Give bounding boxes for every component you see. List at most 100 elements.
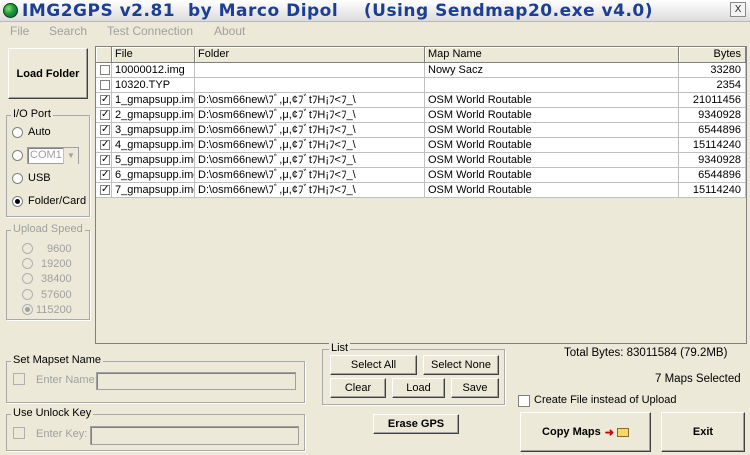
cell-bytes: 9340928: [679, 108, 746, 123]
unlock-title: Use Unlock Key: [11, 407, 94, 419]
globe-icon: [3, 3, 18, 18]
speed-38400-radio[interactable]: [22, 273, 33, 284]
exit-button[interactable]: Exit: [661, 412, 745, 452]
erase-gps-button[interactable]: Erase GPS: [373, 414, 459, 434]
cell-map-name: Nowy Sacz: [425, 63, 679, 78]
window-title: IMG2GPS v2.81 by Marco Dipol (Using Send…: [22, 1, 653, 21]
table-row[interactable]: 10000012.img Nowy Sacz 33280: [96, 63, 746, 78]
row-checkbox[interactable]: [100, 93, 110, 107]
cell-bytes: 21011456: [679, 93, 746, 108]
cell-check: [96, 63, 112, 78]
table-row[interactable]: 4_gmapsupp.imgD:\osm66new\ﾌﾞ,μ,¢ﾌﾞtﾌH¡ﾌ<…: [96, 138, 746, 153]
cell-folder: [195, 63, 425, 78]
cell-file: 5_gmapsupp.img: [112, 153, 195, 168]
cell-bytes: 33280: [679, 63, 746, 78]
unlock-checkbox[interactable]: [13, 427, 25, 439]
load-folder-button[interactable]: Load Folder: [8, 48, 88, 99]
cell-folder: [195, 78, 425, 93]
speed-115200-radio[interactable]: [22, 304, 33, 315]
chevron-down-icon[interactable]: ▼: [63, 148, 78, 164]
select-all-button[interactable]: Select All: [330, 355, 417, 375]
table-row[interactable]: 2_gmapsupp.imgD:\osm66new\ﾌﾞ,μ,¢ﾌﾞtﾌH¡ﾌ<…: [96, 108, 746, 123]
select-none-button[interactable]: Select None: [423, 355, 499, 375]
table-header-bytes[interactable]: Bytes: [679, 47, 746, 63]
speed-9600-radio[interactable]: [22, 243, 33, 254]
io-auto-radio[interactable]: [12, 127, 23, 138]
maps-selected-status: 7 Maps Selected: [655, 373, 741, 385]
speed-57600-label: 57600: [41, 289, 72, 301]
app-window: IMG2GPS v2.81 by Marco Dipol (Using Send…: [0, 0, 750, 455]
load-list-button[interactable]: Load: [392, 378, 445, 398]
speed-38400-label: 38400: [41, 273, 72, 285]
row-checkbox[interactable]: [100, 138, 110, 152]
maps-table[interactable]: File Folder Map Name Bytes 10000012.img N…: [95, 46, 747, 344]
com-port-select[interactable]: COM1 ▼: [27, 147, 79, 164]
table-row[interactable]: 5_gmapsupp.imgD:\osm66new\ﾌﾞ,μ,¢ﾌﾞtﾌH¡ﾌ<…: [96, 153, 746, 168]
arrow-right-icon: ➜: [604, 426, 614, 439]
table-header-file[interactable]: File: [112, 47, 195, 63]
table-row[interactable]: 10320.TYP 2354: [96, 78, 746, 93]
save-list-button[interactable]: Save: [451, 378, 499, 398]
row-checkbox[interactable]: [100, 153, 110, 167]
io-usb-label: USB: [28, 172, 51, 184]
cell-map-name: OSM World Routable: [425, 123, 679, 138]
cell-folder: D:\osm66new\ﾌﾞ,μ,¢ﾌﾞtﾌH¡ﾌ<ﾌ_\: [195, 138, 425, 153]
cell-bytes: 2354: [679, 78, 746, 93]
table-row[interactable]: 6_gmapsupp.imgD:\osm66new\ﾌﾞ,μ,¢ﾌﾞtﾌH¡ﾌ<…: [96, 168, 746, 183]
speed-9600-label: 9600: [47, 243, 72, 255]
menu-test-connection[interactable]: Test Connection: [107, 24, 193, 38]
io-com-radio[interactable]: [12, 150, 23, 161]
menu-bar: File Search Test Connection About: [0, 22, 750, 40]
speed-19200-radio[interactable]: [22, 258, 33, 269]
title-bar[interactable]: IMG2GPS v2.81 by Marco Dipol (Using Send…: [0, 0, 750, 22]
unlock-key-input[interactable]: [90, 426, 299, 445]
row-checkbox[interactable]: [100, 65, 110, 75]
list-title: List: [329, 342, 351, 354]
cell-map-name: OSM World Routable: [425, 183, 679, 198]
cell-check: [96, 78, 112, 93]
speed-115200-label: 115200: [36, 304, 72, 316]
io-auto-label: Auto: [28, 126, 51, 138]
cell-file: 4_gmapsupp.img: [112, 138, 195, 153]
row-checkbox[interactable]: [100, 183, 110, 197]
table-header-folder[interactable]: Folder: [195, 47, 425, 63]
row-checkbox[interactable]: [100, 123, 110, 137]
create-file-label: Create File instead of Upload: [534, 394, 677, 406]
menu-about[interactable]: About: [214, 24, 245, 38]
menu-search[interactable]: Search: [49, 24, 87, 38]
menu-file[interactable]: File: [10, 24, 29, 38]
cell-file: 3_gmapsupp.img: [112, 123, 195, 138]
row-checkbox[interactable]: [100, 108, 110, 122]
io-port-title: I/O Port: [11, 108, 53, 120]
copy-maps-button[interactable]: Copy Maps ➜: [520, 412, 651, 452]
unlock-label: Enter Key:: [36, 428, 88, 440]
cell-file: 7_gmapsupp.img: [112, 183, 195, 198]
mapset-checkbox[interactable]: [13, 373, 25, 385]
table-row[interactable]: 3_gmapsupp.imgD:\osm66new\ﾌﾞ,μ,¢ﾌﾞtﾌH¡ﾌ<…: [96, 123, 746, 138]
cell-bytes: 6544896: [679, 168, 746, 183]
table-row[interactable]: 7_gmapsupp.imgD:\osm66new\ﾌﾞ,μ,¢ﾌﾞtﾌH¡ﾌ<…: [96, 183, 746, 198]
table-header-check[interactable]: [96, 47, 112, 63]
speed-57600-radio[interactable]: [22, 289, 33, 300]
close-window-button[interactable]: X: [730, 2, 746, 17]
cell-folder: D:\osm66new\ﾌﾞ,μ,¢ﾌﾞtﾌH¡ﾌ<ﾌ_\: [195, 183, 425, 198]
cell-file: 10000012.img: [112, 63, 195, 78]
create-file-checkbox[interactable]: [518, 395, 530, 407]
table-header-map-name[interactable]: Map Name: [425, 47, 679, 63]
mapset-name-input[interactable]: [96, 372, 296, 390]
cell-check: [96, 138, 112, 153]
close-icon: X: [734, 4, 742, 15]
cell-check: [96, 123, 112, 138]
row-checkbox[interactable]: [100, 168, 110, 182]
clear-list-button[interactable]: Clear: [330, 378, 386, 398]
table-row[interactable]: 1_gmapsupp.imgD:\osm66new\ﾌﾞ,μ,¢ﾌﾞtﾌH¡ﾌ<…: [96, 93, 746, 108]
cell-check: [96, 183, 112, 198]
com-port-value: COM1: [30, 149, 62, 161]
cell-bytes: 15114240: [679, 183, 746, 198]
mapset-label: Enter Name:: [36, 374, 98, 386]
cell-check: [96, 108, 112, 123]
io-usb-radio[interactable]: [12, 173, 23, 184]
io-folder-card-radio[interactable]: [12, 196, 23, 207]
cell-file: 10320.TYP: [112, 78, 195, 93]
row-checkbox[interactable]: [100, 80, 110, 90]
